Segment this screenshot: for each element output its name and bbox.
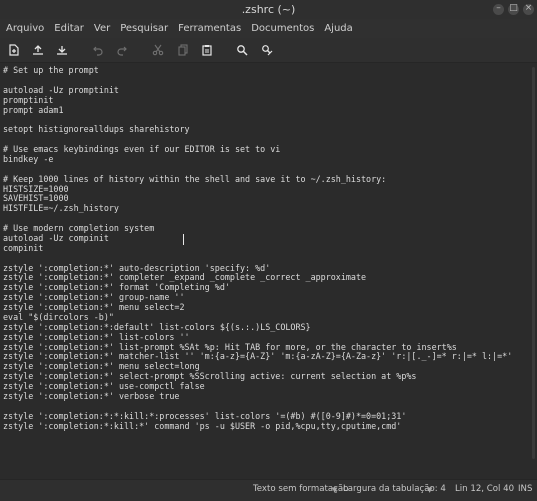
toolbar: [0, 38, 537, 63]
text-editor-area[interactable]: # Set up the prompt autoload -Uz promptin…: [0, 63, 537, 479]
save-icon: [57, 46, 67, 55]
code-line: HISTFILE=~/.zsh_history: [3, 203, 119, 214]
redo-icon: [117, 46, 127, 56]
find-button[interactable]: [233, 41, 251, 59]
paste-button[interactable]: [198, 41, 216, 59]
paste-icon: [202, 45, 212, 56]
maximize-button[interactable]: □: [508, 3, 519, 15]
save-button[interactable]: [53, 41, 71, 59]
minimize-icon: –: [496, 3, 501, 13]
code-line: HISTSIZE=1000: [3, 183, 69, 194]
text-cursor: [183, 234, 184, 245]
code-lines: # Set up the prompt autoload -Uz promptin…: [3, 65, 512, 431]
code-line: # Keep 1000 lines of history within the …: [3, 173, 387, 184]
undo-icon: [93, 46, 103, 56]
open-icon: [33, 45, 43, 55]
menu-arquivo[interactable]: Arquivo: [0, 19, 49, 38]
minimize-button[interactable]: –: [493, 3, 504, 15]
code-line: prompt adam1: [3, 104, 64, 115]
code-line: # Use emacs keybindings even if our EDIT…: [3, 144, 281, 154]
code-line: compinit: [3, 242, 44, 253]
code-line: bindkey -e: [3, 153, 54, 164]
menu-ver[interactable]: Ver: [89, 19, 115, 38]
redo-button[interactable]: [113, 41, 131, 59]
window-title: .zshrc (~): [241, 3, 296, 16]
menu-editar[interactable]: Editar: [49, 19, 89, 38]
search-icon: [237, 45, 248, 56]
cut-button[interactable]: [149, 41, 167, 59]
replace-button[interactable]: [258, 41, 276, 59]
title-bar[interactable]: .zshrc (~) – □ ×: [0, 0, 537, 19]
vertical-scrollbar[interactable]: [532, 67, 535, 459]
code-line: autoload -Uz promptinit: [3, 84, 119, 95]
replace-icon: [262, 45, 273, 56]
menu-bar: Arquivo Editar Ver Pesquisar Ferramentas…: [0, 19, 537, 38]
code-line: promptinit: [3, 94, 54, 105]
undo-button[interactable]: [89, 41, 107, 59]
cursor-position: Lin 12, Col 40: [455, 484, 515, 494]
menu-ajuda[interactable]: Ajuda: [319, 19, 357, 38]
code-line: setopt histignorealldups sharehistory: [3, 124, 190, 135]
close-icon: ×: [524, 3, 533, 13]
code-line: zstyle ':completion:*' verbose true: [3, 390, 180, 401]
menu-ferramentas[interactable]: Ferramentas: [173, 19, 246, 38]
syntax-chevron-down-icon: ▼: [332, 486, 338, 494]
new-file-icon: [9, 44, 19, 56]
insert-mode-indicator[interactable]: INS: [518, 484, 532, 494]
menu-documentos[interactable]: Documentos: [246, 19, 319, 38]
open-button[interactable]: [29, 41, 47, 59]
code-line: zstyle ':completion:*:kill:*' command 'p…: [3, 420, 402, 431]
code-line: autoload -Uz compinit: [3, 232, 109, 243]
new-document-button[interactable]: [5, 41, 23, 59]
close-button[interactable]: ×: [523, 3, 534, 15]
copy-icon: [178, 44, 188, 56]
cut-icon: [152, 44, 164, 56]
maximize-icon: □: [509, 3, 518, 13]
status-bar: Texto sem formatação ▼ Largura da tabula…: [0, 479, 537, 501]
menu-pesquisar[interactable]: Pesquisar: [115, 19, 173, 38]
code-line: # Set up the prompt: [3, 65, 99, 75]
tab-width-chevron-down-icon: ▼: [427, 486, 433, 494]
copy-button[interactable]: [174, 41, 192, 59]
text-editor-window: .zshrc (~) – □ × Arquivo Editar Ver Pesq…: [0, 0, 537, 501]
